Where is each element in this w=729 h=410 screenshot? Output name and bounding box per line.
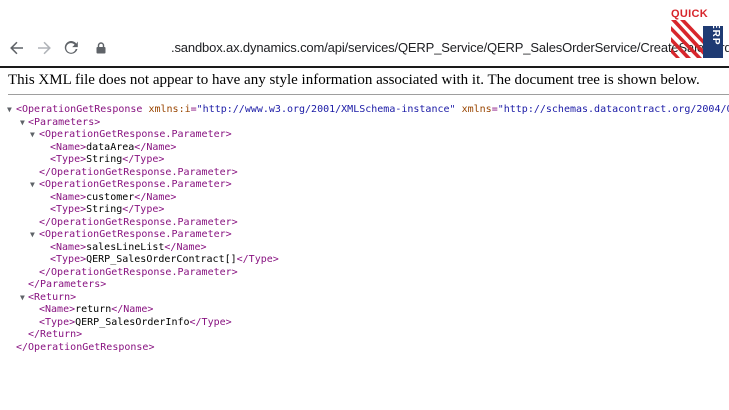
- xml-line-parameters-open: ▼ <Parameters>: [0, 117, 729, 130]
- xml-attr-value: "http://schemas.datacontract.org/2004/07…: [497, 104, 729, 115]
- collapse-toggle-icon[interactable]: ▼: [7, 104, 12, 117]
- xml-tag-param-close: </OperationGetResponse.Parameter>: [39, 166, 238, 178]
- browser-window: .sandbox.ax.dynamics.com/api/services/QE…: [0, 0, 729, 410]
- xml-tag-type-open: <Type>: [50, 154, 87, 165]
- xml-tag-name-open: <Name>: [39, 304, 76, 315]
- xml-attr-name: xmlns: [461, 104, 492, 115]
- collapse-toggle-icon[interactable]: ▼: [20, 292, 25, 305]
- url-text: .sandbox.ax.dynamics.com/api/services/QE…: [171, 40, 729, 55]
- collapse-toggle-icon[interactable]: ▼: [20, 117, 25, 130]
- xml-tag-type-close: </Type>: [122, 204, 165, 215]
- xml-tag-name-open: <Name>: [50, 141, 87, 153]
- logo-word-quick: QUICK: [671, 8, 708, 20]
- xml-tag-param-close: </OperationGetResponse.Parameter>: [39, 266, 238, 278]
- xml-tag-name-close: </Name>: [134, 191, 177, 203]
- xml-text-param-type: String: [86, 154, 123, 165]
- xml-line-param-name: <Name>salesLineList</Name>: [0, 242, 729, 255]
- xml-tag-name-open: <Name>: [50, 241, 87, 253]
- xml-document-tree: ▼ <OperationGetResponse xmlns:i="http://…: [0, 104, 729, 354]
- xml-tag-name-close: </Name>: [164, 241, 207, 253]
- xml-line-return-open: ▼ <Return>: [0, 292, 729, 305]
- xml-text-param-type: String: [86, 204, 123, 215]
- xml-tag-type-close: </Type>: [236, 254, 279, 265]
- xml-tag-type-open: <Type>: [39, 316, 76, 328]
- browser-toolbar: .sandbox.ax.dynamics.com/api/services/QE…: [0, 0, 729, 66]
- xml-tag-param-open: <OperationGetResponse.Parameter>: [39, 229, 232, 240]
- info-divider: [8, 94, 729, 95]
- xml-line-param-type: <Type>String</Type>: [0, 204, 729, 217]
- xml-line-param-type: <Type>String</Type>: [0, 154, 729, 167]
- xml-tag-parameters-close: </Parameters>: [28, 279, 107, 290]
- xml-line-param-open: ▼ <OperationGetResponse.Parameter>: [0, 229, 729, 242]
- xml-line-param-type: <Type>QERP_SalesOrderContract[]</Type>: [0, 254, 729, 267]
- xml-attr-value: "http://www.w3.org/2001/XMLSchema-instan…: [196, 104, 456, 115]
- xml-line-param-close: </OperationGetResponse.Parameter>: [0, 167, 729, 180]
- collapse-toggle-icon[interactable]: ▼: [30, 179, 35, 192]
- xml-tag-return-open: <Return>: [28, 291, 77, 303]
- xml-line-param-close: </OperationGetResponse.Parameter>: [0, 267, 729, 280]
- xml-tag-type-open: <Type>: [50, 204, 87, 215]
- collapse-toggle-icon[interactable]: ▼: [30, 229, 35, 242]
- xml-tag-name-close: </Name>: [111, 304, 154, 315]
- xml-line-root-open: ▼ <OperationGetResponse xmlns:i="http://…: [0, 104, 729, 117]
- xml-tag-param-open: <OperationGetResponse.Parameter>: [39, 129, 232, 140]
- xml-tag-type-open: <Type>: [50, 254, 87, 265]
- xml-tag-return-close: </Return>: [28, 329, 83, 340]
- xml-line-param-open: ▼ <OperationGetResponse.Parameter>: [0, 179, 729, 192]
- xml-tag-root-open: <OperationGetResponse: [16, 104, 143, 115]
- xml-line-return-name: <Name>return</Name>: [0, 304, 729, 317]
- xml-tag-type-close: </Type>: [122, 154, 165, 165]
- xml-style-info-message: This XML file does not appear to have an…: [8, 72, 700, 88]
- reload-button[interactable]: [61, 38, 81, 58]
- quickerp-logo: QUICK ERP: [671, 8, 729, 60]
- xml-line-return-type: <Type>QERP_SalesOrderInfo</Type>: [0, 317, 729, 330]
- xml-attr-name: xmlns:i: [148, 104, 191, 115]
- xml-line-parameters-close: </Parameters>: [0, 279, 729, 292]
- xml-line-param-open: ▼ <OperationGetResponse.Parameter>: [0, 129, 729, 142]
- xml-tag-name-close: </Name>: [134, 141, 177, 153]
- xml-tag-type-close: </Type>: [189, 316, 232, 328]
- logo-word-erp: ERP: [710, 22, 721, 46]
- forward-button[interactable]: [34, 38, 54, 58]
- xml-text-return-type: QERP_SalesOrderInfo: [75, 316, 190, 328]
- xml-text-param-name: salesLineList: [86, 241, 165, 253]
- xml-tag-name-open: <Name>: [50, 191, 87, 203]
- collapse-toggle-icon[interactable]: ▼: [30, 129, 35, 142]
- xml-line-param-close: </OperationGetResponse.Parameter>: [0, 217, 729, 230]
- xml-text-param-name: dataArea: [86, 141, 135, 153]
- toolbar-separator: [0, 66, 729, 68]
- xml-tag-root-close: </OperationGetResponse>: [16, 341, 155, 353]
- arrow-right-icon: [38, 41, 51, 55]
- xml-tag-param-close: </OperationGetResponse.Parameter>: [39, 216, 238, 228]
- xml-text-param-name: customer: [86, 191, 135, 203]
- xml-tag-param-open: <OperationGetResponse.Parameter>: [39, 179, 232, 190]
- lock-icon[interactable]: [95, 42, 107, 54]
- xml-line-param-name: <Name>dataArea</Name>: [0, 142, 729, 155]
- address-bar[interactable]: .sandbox.ax.dynamics.com/api/services/QE…: [88, 34, 729, 62]
- xml-text-param-type: QERP_SalesOrderContract[]: [86, 254, 237, 265]
- reload-icon: [64, 41, 78, 54]
- xml-tag-parameters-open: <Parameters>: [28, 116, 101, 128]
- xml-line-root-close: </OperationGetResponse>: [0, 342, 729, 355]
- back-button[interactable]: [7, 38, 27, 58]
- xml-line-param-name: <Name>customer</Name>: [0, 192, 729, 205]
- xml-text-return-name: return: [75, 304, 112, 315]
- xml-line-return-close: </Return>: [0, 329, 729, 342]
- arrow-left-icon: [10, 41, 23, 55]
